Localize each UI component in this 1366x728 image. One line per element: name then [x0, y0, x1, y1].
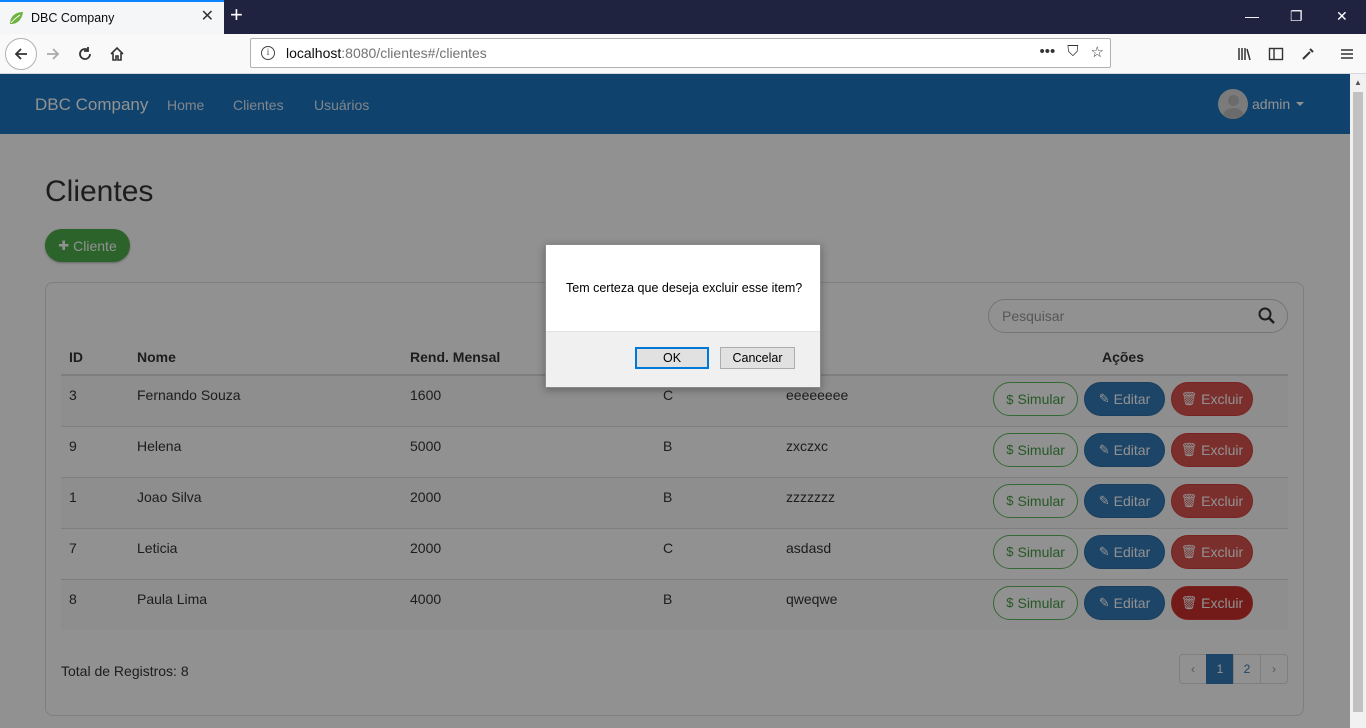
dialog-message: Tem certeza que deseja excluir esse item… — [566, 281, 803, 295]
forward-icon[interactable] — [39, 40, 67, 68]
library-icon[interactable] — [1231, 40, 1259, 68]
info-icon[interactable]: i — [261, 46, 275, 60]
page-scrollbar[interactable]: ▲ — [1350, 74, 1366, 728]
modal-backdrop — [0, 74, 1350, 728]
confirm-dialog: Tem certeza que deseja excluir esse item… — [545, 244, 821, 388]
pocket-icon[interactable]: ⛉ — [1067, 43, 1078, 61]
page-actions-icon[interactable]: ••• — [1040, 43, 1056, 61]
new-tab-icon[interactable]: + — [230, 4, 243, 26]
tab-title: DBC Company — [31, 11, 115, 25]
window-close-icon[interactable]: ✕ — [1336, 8, 1348, 25]
browser-tab-bar: DBC Company ✕ + — ❐ ✕ — [0, 0, 1366, 34]
sidebar-icon[interactable] — [1262, 40, 1290, 68]
tab-close-icon[interactable]: ✕ — [201, 9, 214, 25]
ok-button[interactable]: OK — [635, 347, 709, 369]
back-icon[interactable] — [5, 38, 37, 70]
scroll-up-icon[interactable]: ▲ — [1354, 78, 1362, 87]
restore-icon[interactable]: ❐ — [1290, 8, 1303, 25]
url-text: localhost:8080/clientes#/clientes — [286, 45, 487, 61]
address-bar[interactable]: i localhost:8080/clientes#/clientes ••• … — [250, 38, 1111, 68]
menu-icon[interactable] — [1333, 40, 1361, 68]
spring-leaf-icon — [10, 12, 23, 24]
page-viewport: DBC Company Home Clientes Usuários admin… — [0, 74, 1350, 728]
reload-icon[interactable] — [71, 40, 99, 68]
eyedropper-icon[interactable] — [1294, 40, 1322, 68]
browser-tab[interactable]: DBC Company ✕ — [0, 0, 224, 34]
scrollbar-thumb[interactable] — [1353, 92, 1363, 712]
bookmark-star-icon[interactable]: ☆ — [1091, 43, 1104, 61]
home-icon[interactable] — [103, 40, 131, 68]
browser-toolbar: i localhost:8080/clientes#/clientes ••• … — [0, 34, 1366, 74]
minimize-icon[interactable]: — — [1245, 8, 1259, 24]
dialog-footer: OK Cancelar — [546, 331, 820, 387]
cancel-button[interactable]: Cancelar — [720, 347, 795, 369]
